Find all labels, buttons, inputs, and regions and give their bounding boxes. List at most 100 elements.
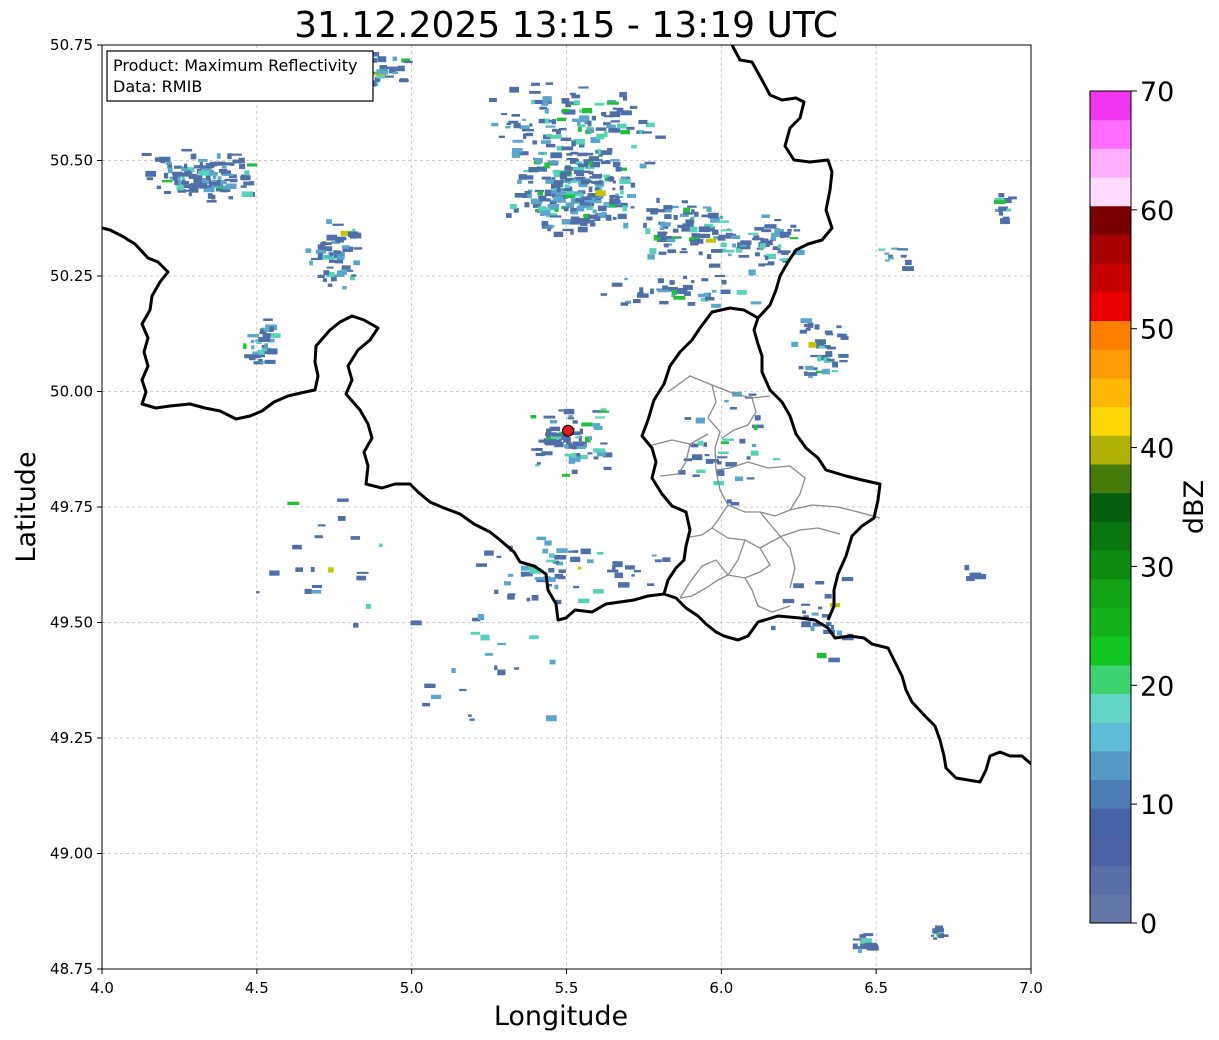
echo-cell — [578, 176, 585, 179]
echo-cell — [747, 232, 759, 235]
echo-cell — [732, 243, 737, 248]
colorbar-segment — [1090, 148, 1131, 178]
echo-cell — [627, 194, 636, 198]
echo-cell — [618, 582, 630, 588]
echo-cell — [939, 934, 949, 938]
colorbar-segment — [1090, 693, 1131, 723]
echo-cell — [404, 60, 413, 64]
echo-cell — [544, 540, 552, 546]
echo-cell — [541, 176, 552, 180]
echo-cell — [269, 570, 280, 576]
echo-cell — [685, 220, 695, 224]
echo-cell — [614, 572, 624, 579]
echo-cell — [601, 150, 612, 155]
echo-cell — [558, 409, 564, 412]
echo-cell — [570, 229, 574, 235]
echo-cell — [612, 561, 618, 565]
echo-cell — [690, 280, 695, 284]
echo-cell — [317, 524, 326, 527]
echo-cell — [839, 359, 848, 363]
echo-cell — [514, 667, 519, 670]
echo-cell — [530, 414, 537, 419]
echo-cell — [326, 266, 334, 269]
echo-cell — [838, 353, 849, 358]
echo-cell — [717, 236, 726, 241]
echo-cell — [696, 469, 706, 474]
colorbar-tick-label: 60 — [1140, 196, 1174, 227]
echo-cell — [451, 668, 456, 674]
echo-cell — [578, 566, 582, 570]
echo-cell — [636, 130, 640, 134]
x-axis-label: Longitude — [494, 1001, 628, 1032]
colorbar-segment — [1090, 607, 1131, 637]
y-tick-label: 50.00 — [50, 383, 93, 401]
echo-cell — [615, 166, 622, 172]
echo-cell — [214, 161, 226, 166]
echo-cell — [705, 458, 714, 464]
echo-cell — [861, 938, 869, 943]
echo-cell — [221, 166, 227, 169]
echo-cell — [791, 341, 799, 347]
echo-cell — [511, 151, 521, 158]
echo-cell — [616, 161, 621, 166]
echo-cell — [539, 106, 548, 110]
echo-cell — [165, 161, 172, 165]
echo-cell — [900, 254, 907, 258]
x-tick-label: 6.5 — [864, 979, 888, 997]
echo-cell — [470, 631, 481, 635]
colorbar-segment — [1090, 750, 1131, 781]
echo-cell — [780, 234, 784, 239]
echo-cell — [531, 99, 535, 105]
echo-cell — [594, 187, 600, 190]
echo-cell — [317, 253, 324, 259]
echo-cell — [489, 97, 497, 103]
echo-cell — [480, 634, 490, 641]
echo-cell — [524, 202, 530, 208]
echo-cell — [681, 248, 687, 251]
echo-cell — [740, 240, 752, 245]
echo-cell — [548, 553, 555, 558]
echo-cell — [309, 260, 313, 266]
echo-cell — [818, 345, 826, 349]
echo-cell — [190, 153, 197, 160]
echo-cell — [430, 694, 442, 699]
echo-cell — [789, 237, 799, 240]
echo-cell — [629, 105, 638, 109]
echo-cell — [556, 117, 567, 122]
echo-cell — [325, 255, 332, 258]
echo-cell — [649, 248, 657, 254]
echo-cell — [722, 438, 735, 441]
echo-cell — [563, 408, 575, 415]
echo-cell — [342, 286, 347, 290]
echo-cell — [592, 200, 602, 204]
echo-cell — [586, 152, 594, 156]
echo-cell — [228, 196, 234, 200]
echo-cell — [314, 535, 323, 539]
echo-cell — [205, 163, 215, 169]
echo-cell — [577, 226, 588, 233]
colorbar-segment — [1090, 521, 1131, 551]
echo-cell — [176, 185, 185, 191]
echo-cell — [603, 466, 612, 471]
echo-cell — [631, 144, 637, 149]
echo-cell — [712, 290, 717, 293]
echo-cell — [804, 323, 810, 328]
echo-cell — [240, 175, 251, 180]
echo-cell — [571, 469, 578, 475]
echo-cell — [878, 248, 886, 251]
echo-cell — [551, 119, 557, 125]
echo-cell — [559, 174, 568, 180]
y-tick-label: 50.75 — [50, 36, 93, 54]
echo-cell — [684, 291, 691, 296]
echo-cell — [156, 185, 162, 190]
echo-cell — [177, 172, 186, 176]
colorbar-segment — [1090, 808, 1131, 838]
echo-cell — [690, 216, 695, 220]
echo-cell — [566, 153, 573, 156]
echo-cell — [771, 625, 776, 631]
echo-cell — [800, 318, 813, 324]
echo-cell — [638, 119, 648, 125]
echo-cell — [592, 209, 597, 214]
echo-cell — [884, 252, 890, 255]
echo-cell — [349, 276, 355, 281]
